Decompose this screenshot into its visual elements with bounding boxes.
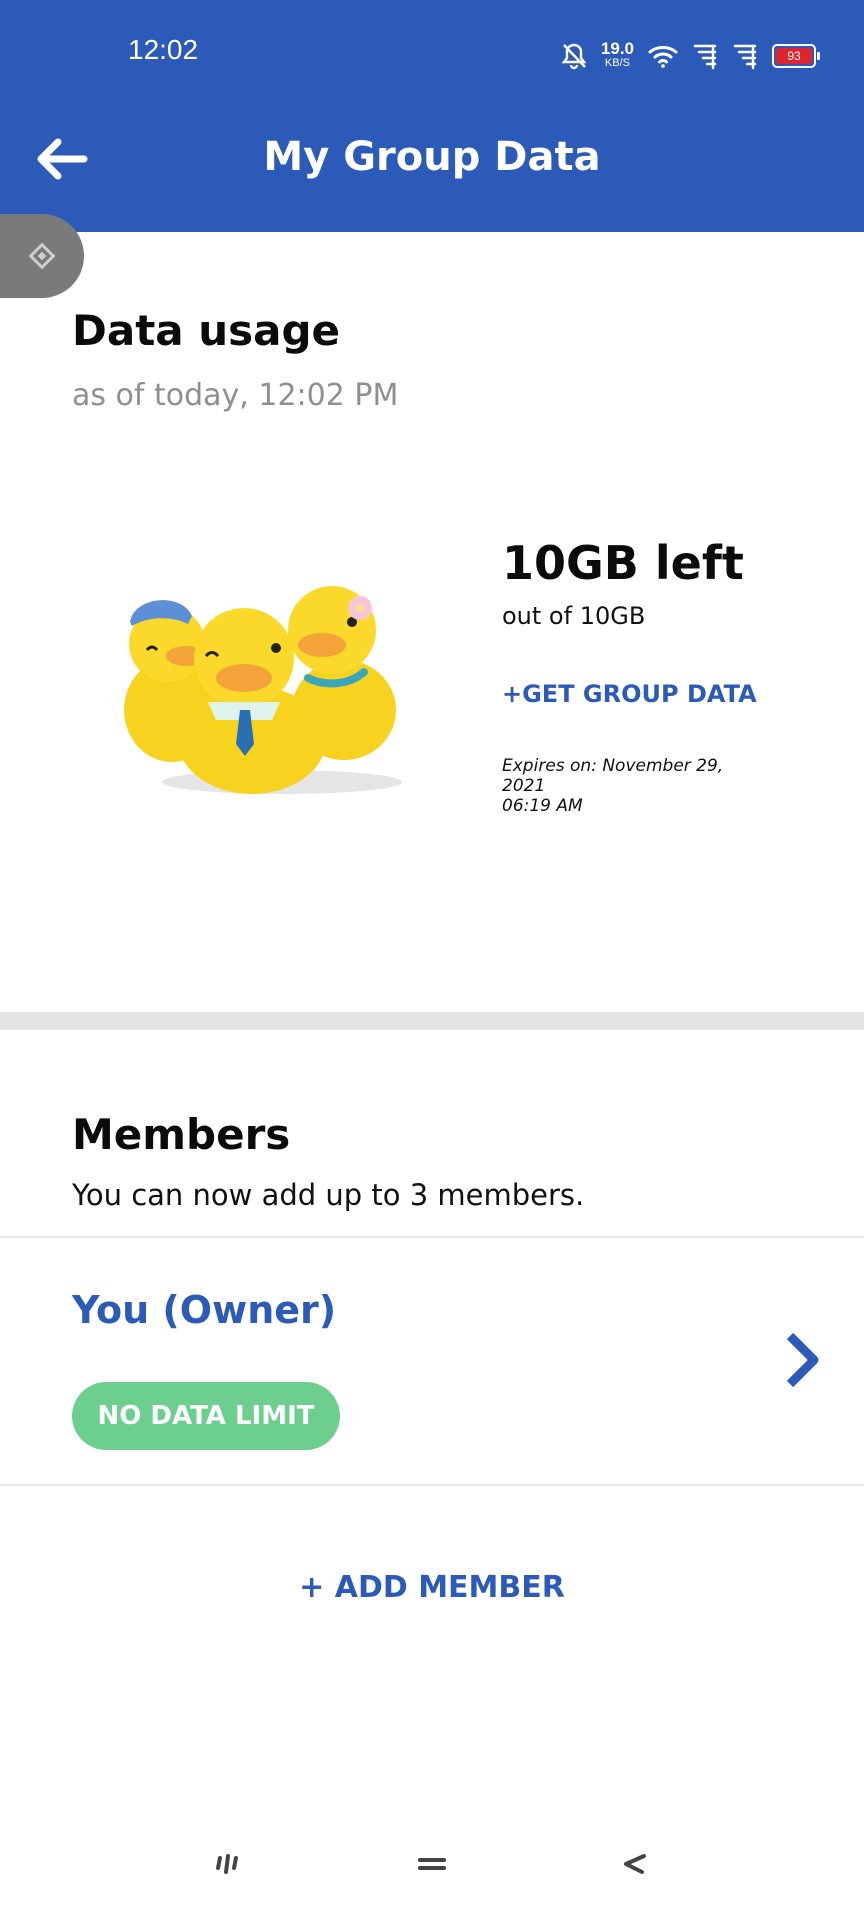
member-row-owner[interactable]: You (Owner) NO DATA LIMIT: [0, 1238, 864, 1484]
recent-apps-icon[interactable]: [196, 1834, 256, 1894]
bell-off-icon: [561, 43, 587, 70]
members-title: Members: [72, 1110, 291, 1159]
section-divider: [0, 1012, 864, 1030]
speed-value: 19.0: [600, 39, 634, 58]
chevron-right-icon: [786, 1332, 819, 1388]
data-total: out of 10GB: [502, 602, 646, 630]
expiry-line-date: Expires on: November 29, 2021: [502, 756, 724, 796]
members-subtitle: You can now add up to 3 members.: [72, 1178, 585, 1212]
data-limit-badge: NO DATA LIMIT: [72, 1382, 340, 1450]
expiry-date: Expires on: November 29, 2021 06:19 AM: [502, 756, 742, 816]
signal-icon: [693, 44, 717, 70]
member-name: You (Owner): [72, 1288, 337, 1332]
expiry-line-time: 06:19 AM: [502, 796, 583, 816]
add-member-button[interactable]: + ADD MEMBER: [0, 1570, 864, 1605]
status-icons: 19.0 KB/S 93: [561, 36, 820, 76]
divider: [0, 1484, 864, 1486]
signal-icon: [733, 44, 757, 70]
battery-level: 93: [787, 49, 801, 63]
back-nav-icon[interactable]: [604, 1834, 664, 1894]
home-icon[interactable]: [402, 1834, 462, 1894]
speed-unit: KB/S: [604, 57, 630, 69]
data-usage-title: Data usage: [72, 306, 341, 355]
data-left-amount: 10GB left: [502, 536, 744, 590]
page-title: My Group Data: [263, 134, 601, 180]
app-header: 12:02 19.0 KB/S 93 My Group Data: [0, 0, 864, 232]
ducks-illustration: [124, 586, 402, 794]
wifi-icon: [648, 46, 678, 68]
get-group-data-link[interactable]: +GET GROUP DATA: [502, 680, 757, 708]
battery-icon: 93: [772, 44, 820, 68]
system-nav-bar: [0, 1834, 864, 1894]
status-time: 12:02: [128, 34, 199, 65]
network-speed: 19.0 KB/S: [600, 39, 634, 70]
floating-tab[interactable]: [0, 214, 84, 298]
diamond-icon: [28, 242, 56, 270]
as-of-text: as of today, 12:02 PM: [72, 378, 399, 413]
